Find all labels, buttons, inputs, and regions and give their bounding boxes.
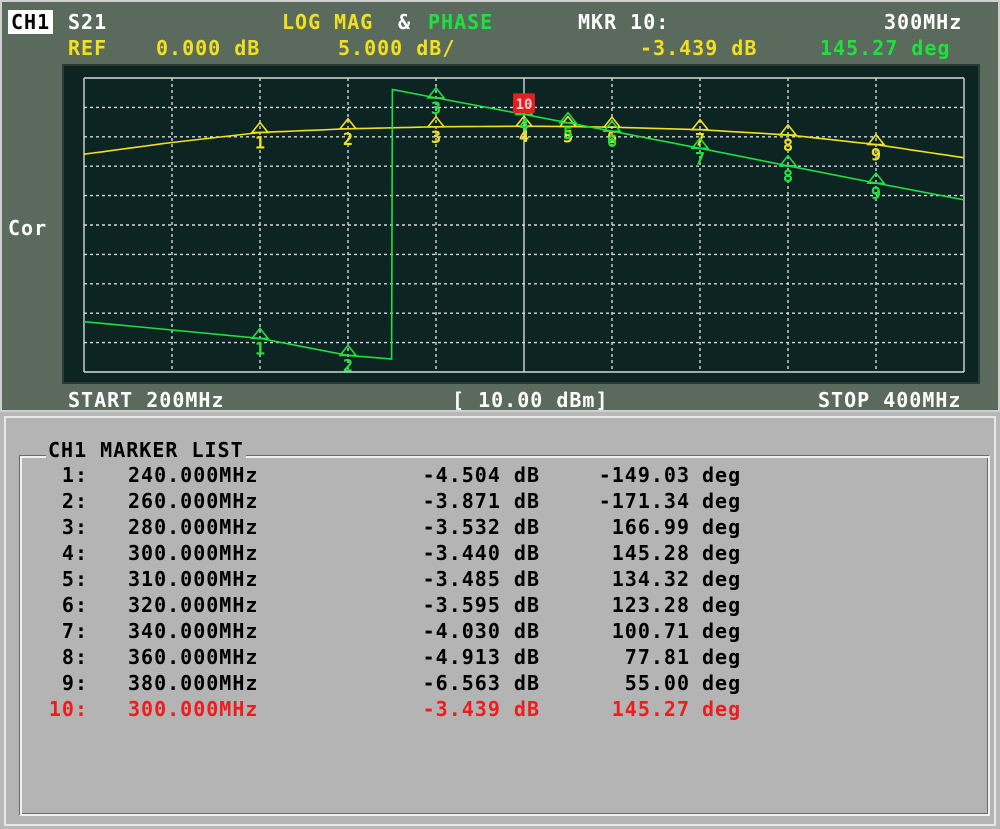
marker-phase: 55.00 xyxy=(624,671,690,695)
marker-mag: -3.595 dB xyxy=(422,593,540,617)
marker-index: 3: xyxy=(61,515,88,539)
phase-marker-label: 7 xyxy=(695,149,705,169)
magnitude-marker-label: 1 xyxy=(255,133,265,153)
marker-index: 10: xyxy=(48,697,88,721)
marker-phase: 100.71 xyxy=(611,619,690,643)
magnitude-marker-label: 2 xyxy=(343,130,353,150)
channel-tag[interactable]: CH1 xyxy=(8,10,54,34)
marker-unit: deg xyxy=(702,489,742,513)
marker-phase: 123.28 xyxy=(611,593,690,617)
marker-freq: 340.000MHz xyxy=(128,619,259,643)
marker-mag: -6.563 dB xyxy=(422,671,540,695)
phase-marker-label: 9 xyxy=(871,184,881,204)
marker-index: 9: xyxy=(61,671,88,695)
source-power: [ 10.00 dBm] xyxy=(452,388,609,412)
phase-marker-label: 3 xyxy=(431,99,441,119)
trace-display: CH1 S21 LOG MAG & PHASE MKR 10: 300MHz R… xyxy=(0,0,1000,412)
marker-index: 2: xyxy=(61,489,88,513)
trace-markers: 1122334455 66 77889910 xyxy=(250,86,886,376)
scale-value: 5.000 dB/ xyxy=(338,36,456,60)
marker-freq: 380.000MHz xyxy=(128,671,259,695)
marker-unit: deg xyxy=(702,645,742,669)
marker-list-row[interactable]: 7: 340.000MHz -4.030 dB 100.71 deg xyxy=(0,618,1000,644)
marker-mag: -3.532 dB xyxy=(422,515,540,539)
marker-list-row[interactable]: 10: 300.000MHz -3.439 dB 145.27 deg xyxy=(0,696,1000,722)
marker-freq: 240.000MHz xyxy=(128,463,259,487)
marker-unit: deg xyxy=(702,697,742,721)
marker-freq: 300.000MHz xyxy=(128,697,259,721)
phase-marker-label: 1 xyxy=(255,339,265,359)
marker-unit: deg xyxy=(702,541,742,565)
start-frequency: START 200MHz xyxy=(68,388,225,412)
marker-mag: -3.440 dB xyxy=(422,541,540,565)
marker-freq: 280.000MHz xyxy=(128,515,259,539)
marker-list-row[interactable]: 9: 380.000MHz -6.563 dB 55.00 deg xyxy=(0,670,1000,696)
marker-phase: 134.32 xyxy=(611,567,690,591)
marker-unit: deg xyxy=(702,619,742,643)
marker-phase: 145.27 xyxy=(611,697,690,721)
magnitude-marker-label: 3 xyxy=(431,128,441,148)
marker-phase: -149.03 xyxy=(598,463,690,487)
marker-freq: 300.000MHz xyxy=(128,541,259,565)
marker-list-row[interactable]: 4: 300.000MHz -3.440 dB 145.28 deg xyxy=(0,540,1000,566)
marker-list-row[interactable]: 3: 280.000MHz -3.532 dB 166.99 deg xyxy=(0,514,1000,540)
marker-phase: 145.28 xyxy=(611,541,690,565)
marker-list-row[interactable]: 2: 260.000MHz -3.871 dB -171.34 deg xyxy=(0,488,1000,514)
marker-mag: -3.871 dB xyxy=(422,489,540,513)
marker-label: MKR 10: xyxy=(578,10,670,34)
marker-index: 8: xyxy=(61,645,88,669)
phase-marker-label: 2 xyxy=(343,356,353,376)
marker-index: 5: xyxy=(61,567,88,591)
marker-unit: deg xyxy=(702,567,742,591)
marker-index: 1: xyxy=(61,463,88,487)
marker-mag: -4.030 dB xyxy=(422,619,540,643)
marker-mag: -3.485 dB xyxy=(422,567,540,591)
phase-marker-label: 5 xyxy=(563,124,573,144)
marker-list-row[interactable]: 8: 360.000MHz -4.913 dB 77.81 deg xyxy=(0,644,1000,670)
marker-unit: deg xyxy=(702,593,742,617)
marker-mag: -3.439 dB xyxy=(422,697,540,721)
stop-frequency: STOP 400MHz xyxy=(818,388,962,412)
marker-phase: 77.81 xyxy=(624,645,690,669)
marker-list-title: CH1 MARKER LIST xyxy=(46,438,246,462)
magnitude-marker-label: 8 xyxy=(783,136,793,156)
marker-list-row[interactable]: 5: 310.000MHz -3.485 dB 134.32 deg xyxy=(0,566,1000,592)
marker-phase: 145.27 deg xyxy=(820,36,951,60)
marker-unit: deg xyxy=(702,671,742,695)
marker-mag: -4.913 dB xyxy=(422,645,540,669)
marker-index: 4: xyxy=(61,541,88,565)
marker-freq: 310.000MHz xyxy=(128,567,259,591)
active-marker-label: 10 xyxy=(516,97,533,113)
marker-phase: 166.99 xyxy=(611,515,690,539)
phase-marker-label: 8 xyxy=(783,167,793,187)
format-mag: LOG MAG xyxy=(282,10,374,34)
marker-list-row[interactable]: 6: 320.000MHz -3.595 dB 123.28 deg xyxy=(0,592,1000,618)
format-phase: PHASE xyxy=(428,10,494,34)
s-parameter[interactable]: S21 xyxy=(68,10,107,34)
marker-mag: -4.504 dB xyxy=(422,463,540,487)
ref-value: 0.000 dB xyxy=(156,36,261,60)
phase-marker-label: 6 xyxy=(607,132,617,152)
marker-frequency: 300MHz xyxy=(884,10,963,34)
format-ampersand: & xyxy=(398,10,412,34)
magnitude-marker-label: 9 xyxy=(871,146,881,166)
correction-indicator: Cor xyxy=(8,216,48,240)
marker-freq: 320.000MHz xyxy=(128,593,259,617)
plot-svg: 1122334455 66 77889910 xyxy=(83,77,965,376)
marker-list-row[interactable]: 1: 240.000MHz -4.504 dB -149.03 deg xyxy=(0,462,1000,488)
marker-freq: 360.000MHz xyxy=(128,645,259,669)
marker-unit: deg xyxy=(702,463,742,487)
ref-label: REF xyxy=(68,36,108,60)
marker-index: 7: xyxy=(61,619,88,643)
marker-magnitude: -3.439 dB xyxy=(640,36,758,60)
marker-index: 6: xyxy=(61,593,88,617)
marker-phase: -171.34 xyxy=(598,489,690,513)
marker-freq: 260.000MHz xyxy=(128,489,259,513)
plot-area[interactable]: 1 1 2 2 3 3 4 4 5 5 6 6 7 7 8 8 9 9 10 xyxy=(62,64,980,384)
marker-unit: deg xyxy=(702,515,742,539)
phase-marker-label: 4 xyxy=(519,115,529,135)
